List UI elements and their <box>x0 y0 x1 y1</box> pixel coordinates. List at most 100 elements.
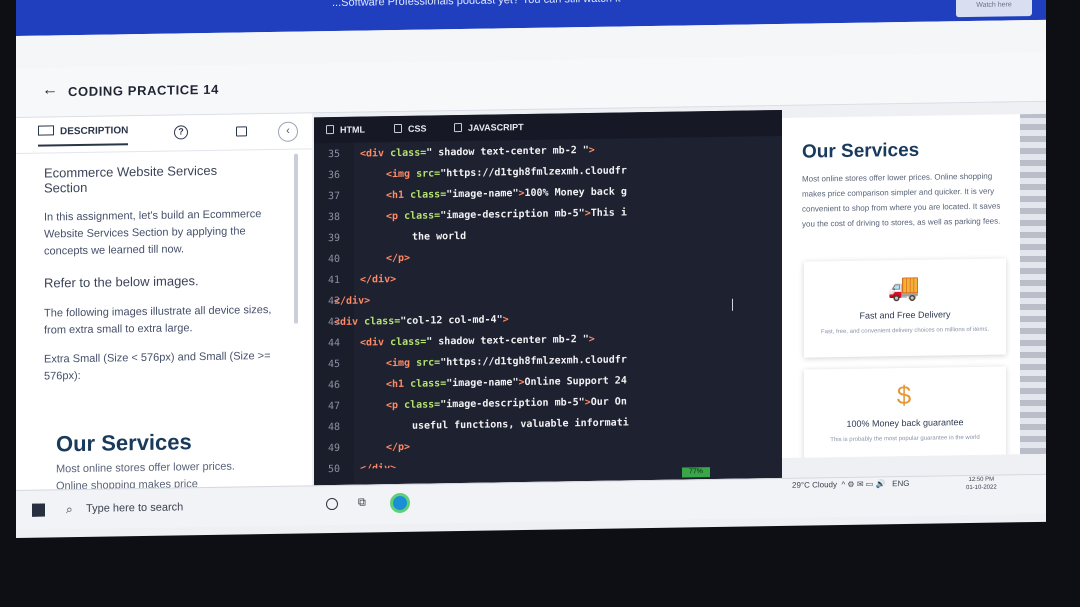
code-token: class= <box>410 189 447 201</box>
code-line[interactable]: <h1 class="image-name">Online Support 24 <box>386 375 627 390</box>
code-line[interactable]: <div class=" shadow text-center mb-2 "> <box>360 334 595 349</box>
description-panel: DESCRIPTION ? ‹ Ecommerce Website Servic… <box>16 113 312 508</box>
refer-text: Refer to the below images. <box>44 273 199 291</box>
watch-here-button[interactable]: Watch here <box>956 0 1032 18</box>
code-line[interactable]: <div class="col-12 col-md-4"> <box>334 314 509 328</box>
truck-icon: 🚚 <box>887 271 921 303</box>
code-token: the world <box>412 230 467 243</box>
code-token: class= <box>390 147 427 160</box>
windows-start-icon[interactable] <box>32 503 45 517</box>
code-line[interactable]: <p class="image-description mb-5">Our On <box>386 396 627 411</box>
code-token: "https://d1tgh8fmlzexmh.cloudfr <box>440 165 627 180</box>
code-token: This i <box>590 207 627 219</box>
line-number: 47 <box>328 400 341 413</box>
line-number: 41 <box>328 274 341 287</box>
editor-tabs: HTML CSS JAVASCRIPT <box>314 109 782 144</box>
code-line[interactable]: </p> <box>386 253 410 264</box>
preview-image-title: Our Services <box>56 429 192 457</box>
css-icon <box>394 123 402 134</box>
tab-css[interactable]: CSS <box>394 124 427 135</box>
code-token: class= <box>404 210 441 222</box>
comment-icon[interactable] <box>236 126 247 137</box>
service-desc: This is probably the most popular guaran… <box>830 434 980 444</box>
language-indicator: ENG <box>892 478 910 489</box>
search-icon: ⌕ <box>66 502 73 517</box>
help-icon[interactable]: ? <box>174 125 188 140</box>
code-token: "https://d1tgh8fmlzexmh.cloudfr <box>440 354 627 369</box>
code-token: "col-12 col-md-4" <box>400 314 503 327</box>
code-token: <div <box>360 337 391 349</box>
tab-javascript[interactable]: JAVASCRIPT <box>454 122 524 133</box>
html-icon <box>326 125 334 135</box>
code-token: useful functions, valuable informati <box>412 417 629 432</box>
code-line[interactable]: </div> <box>334 295 370 307</box>
code-line[interactable]: </div> <box>360 274 396 286</box>
code-line[interactable]: </p> <box>386 442 410 453</box>
code-line[interactable]: the world <box>412 231 466 243</box>
code-token: class= <box>390 336 427 349</box>
code-token: > <box>588 333 595 346</box>
size-label: Extra Small (Size < 576px) and Small (Si… <box>44 350 271 383</box>
line-number: 40 <box>328 253 341 266</box>
code-line[interactable]: <div class=" shadow text-center mb-2 "> <box>360 145 595 160</box>
collapse-panel-button[interactable]: ‹ <box>278 121 298 142</box>
clock-date: 01-10-2022 <box>966 484 997 492</box>
zoom-percent: 77% <box>682 467 710 478</box>
code-line[interactable]: <h1 class="image-name">100% Money back g <box>386 186 627 201</box>
code-token: 100% Money back g <box>524 186 627 200</box>
money-back-icon: $ <box>896 379 912 411</box>
code-token: "image-description mb-5" <box>440 397 585 411</box>
tab-description[interactable]: DESCRIPTION <box>38 124 129 147</box>
line-number-gutter: 35 36 37 38 39 40 41 42 43 44 45 46 47 4… <box>314 142 354 486</box>
code-token: Online Support 24 <box>524 375 627 389</box>
code-token: "image-description mb-5" <box>440 208 585 222</box>
code-line[interactable]: <p class="image-description mb-5">This i <box>386 207 627 222</box>
code-editor[interactable]: HTML CSS JAVASCRIPT 35 36 37 38 39 40 41… <box>314 109 782 486</box>
code-token: </p> <box>386 441 411 454</box>
cortana-icon[interactable] <box>326 497 338 511</box>
code-token: <img <box>386 168 417 181</box>
scrollbar[interactable] <box>294 153 298 324</box>
taskbar-search[interactable]: ⌕ Type here to search <box>66 494 316 522</box>
tab-html[interactable]: HTML <box>326 125 365 136</box>
code-token: src= <box>416 168 441 180</box>
task-view-icon[interactable]: ⧉ <box>358 497 366 510</box>
code-token: > <box>588 144 595 157</box>
service-name: 100% Money back guarantee <box>846 417 964 429</box>
tab-css-label: CSS <box>408 123 427 134</box>
service-card: $ 100% Money back guarantee This is prob… <box>804 366 1006 458</box>
output-preview: Our Services Most online stores offer lo… <box>782 114 1020 458</box>
tab-description-label: DESCRIPTION <box>60 125 129 138</box>
code-token: <img <box>386 357 417 370</box>
arrow-left-icon[interactable]: ← <box>42 81 58 99</box>
code-token: src= <box>416 357 441 369</box>
line-number: 38 <box>328 211 341 224</box>
clock[interactable]: 12:50 PM 01-10-2022 <box>966 476 997 492</box>
line-number: 39 <box>328 232 341 245</box>
code-token: "image-name" <box>446 188 519 201</box>
code-token: <h1 <box>386 378 411 391</box>
description-icon <box>38 125 54 136</box>
code-line[interactable]: <img src="https://d1tgh8fmlzexmh.cloudfr <box>386 165 627 180</box>
code-token: </div> <box>334 295 371 308</box>
tab-javascript-label: JAVASCRIPT <box>468 122 524 133</box>
code-token: Our On <box>590 396 627 408</box>
intro-text: In this assignment, let's build an Ecomm… <box>44 208 262 258</box>
code-line[interactable]: useful functions, valuable informati <box>412 417 629 431</box>
screen: ...Software Professionals podcast yet? Y… <box>16 0 1046 539</box>
javascript-icon <box>454 122 462 133</box>
line-number: 46 <box>328 379 341 392</box>
weather-text: 29°C Cloudy <box>792 480 837 490</box>
device-sizes-text: The following images illustrate all devi… <box>44 303 272 337</box>
code-token: </div> <box>360 274 397 286</box>
code-line[interactable]: <img src="https://d1tgh8fmlzexmh.cloudfr <box>386 354 627 369</box>
edge-icon[interactable] <box>390 492 410 514</box>
line-number: 49 <box>328 442 341 455</box>
code-token: " shadow text-center mb-2 " <box>426 145 589 159</box>
text-cursor <box>732 298 733 311</box>
system-tray[interactable]: 29°C Cloudy ^ ⚙ ✉ ▭ 🔊 ENG <box>792 479 910 490</box>
code-token: <p <box>386 399 405 412</box>
line-number: 48 <box>328 421 341 434</box>
code-token: class= <box>404 399 441 411</box>
code-token: </p> <box>386 252 411 265</box>
